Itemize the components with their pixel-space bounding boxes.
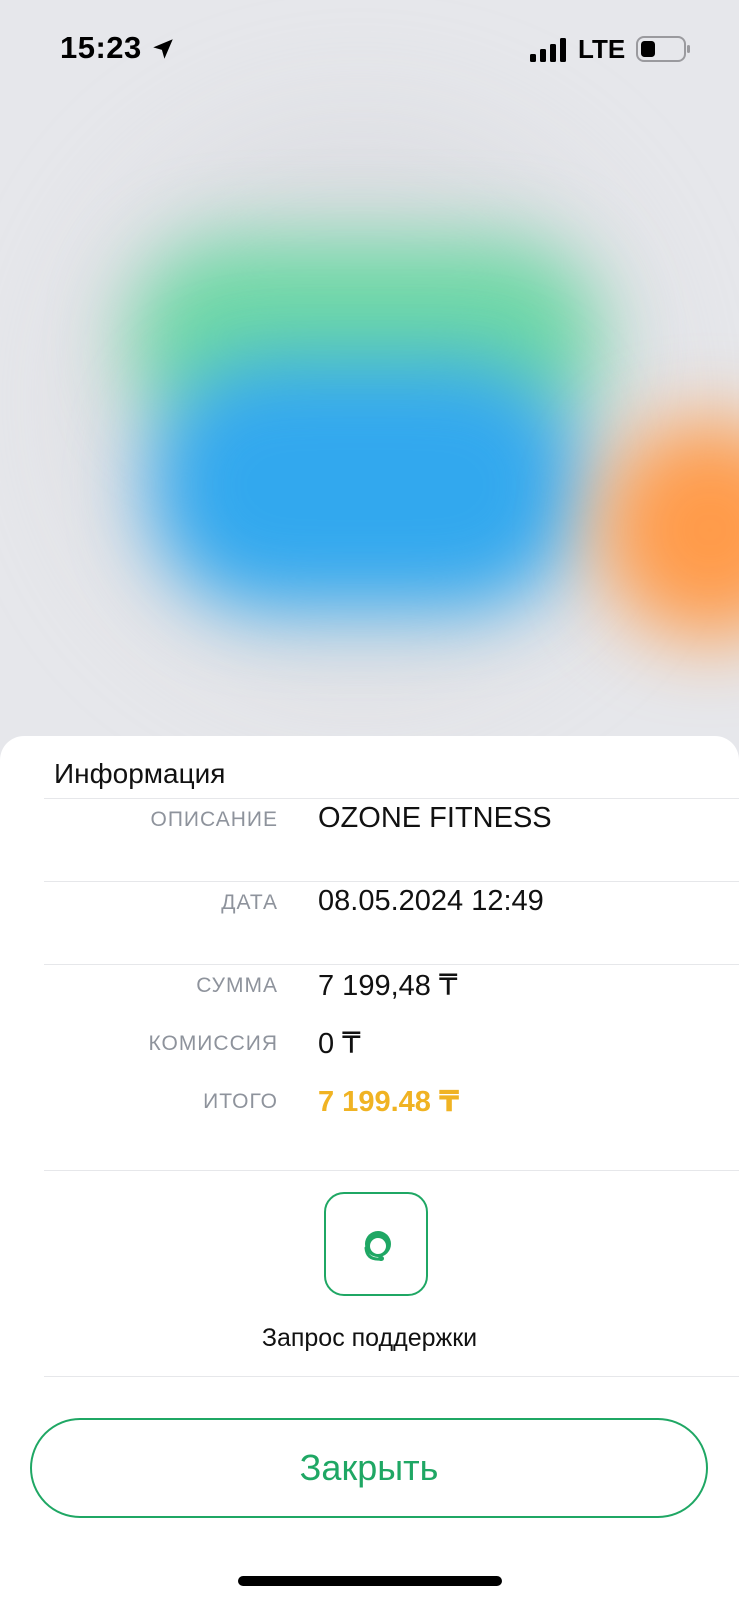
amount-label: СУММА [196,974,278,997]
transaction-info-sheet: Информация ОПИСАНИЕ OZONE FITNESS ДАТА 0… [0,736,739,1600]
total-label: ИТОГО [203,1090,278,1113]
background-blur-blue [150,360,580,610]
divider [44,1170,739,1171]
support-agent-icon [364,1231,391,1261]
home-indicator[interactable] [238,1576,502,1586]
close-button[interactable]: Закрыть [30,1418,708,1518]
status-time: 15:23 [60,30,142,65]
divider [44,881,739,882]
total-value: 7 199.48 ₸ [318,1086,460,1118]
blurred-background [0,0,739,760]
divider [44,1376,739,1377]
support-request-button[interactable] [324,1192,428,1296]
description-label: ОПИСАНИЕ [150,808,278,831]
date-label: ДАТА [221,891,278,914]
description-value: OZONE FITNESS [318,802,552,834]
sheet-title: Информация [54,758,226,789]
date-value: 08.05.2024 12:49 [318,885,544,917]
network-type: LTE [578,34,626,64]
battery-icon [636,36,690,62]
status-bar: 15:23 LTE [0,0,739,100]
commission-value: 0 ₸ [318,1028,361,1060]
amount-value: 7 199,48 ₸ [318,970,458,1002]
divider [44,964,739,965]
cellular-signal-icon [530,38,566,62]
commission-label: КОМИССИЯ [148,1032,278,1055]
support-request-label[interactable]: Запрос поддержки [0,1324,739,1353]
divider [44,798,739,799]
location-arrow-icon [153,39,173,59]
